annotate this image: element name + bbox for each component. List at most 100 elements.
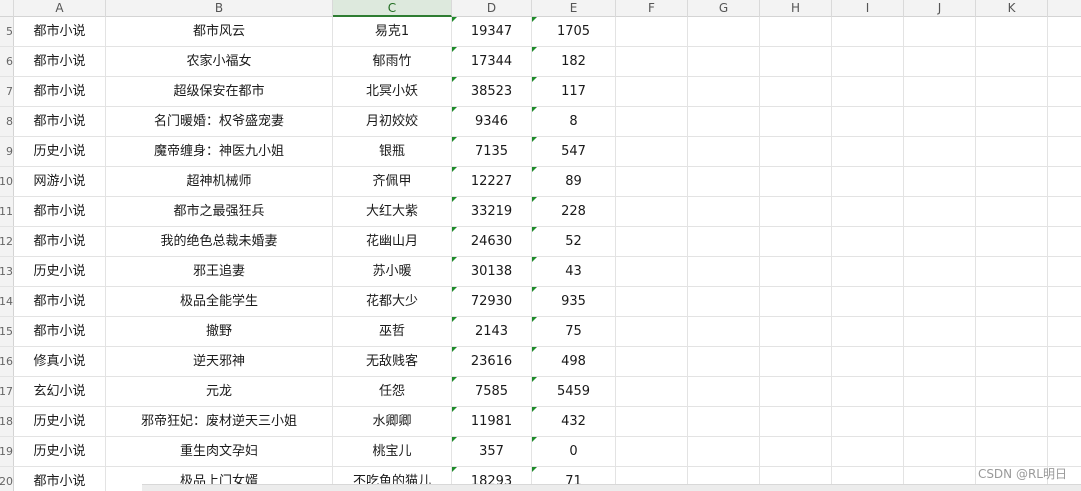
cell-empty[interactable]	[1048, 167, 1081, 196]
cell-empty[interactable]	[760, 347, 832, 376]
cell-empty[interactable]	[688, 407, 760, 436]
cell-empty[interactable]	[616, 77, 688, 106]
column-header-j[interactable]: J	[904, 0, 976, 17]
cell-a[interactable]: 都市小说	[14, 17, 106, 46]
cell-b[interactable]: 超级保安在都市	[106, 77, 333, 106]
cell-empty[interactable]	[1048, 227, 1081, 256]
cell-empty[interactable]	[616, 257, 688, 286]
cell-empty[interactable]	[616, 317, 688, 346]
cell-empty[interactable]	[760, 137, 832, 166]
column-header-d[interactable]: D	[452, 0, 532, 17]
cell-empty[interactable]	[760, 437, 832, 466]
horizontal-scrollbar[interactable]	[142, 484, 1081, 491]
row-header[interactable]: 8	[0, 107, 14, 136]
cell-empty[interactable]	[832, 317, 904, 346]
cell-empty[interactable]	[688, 287, 760, 316]
row-header[interactable]: 18	[0, 407, 14, 436]
cell-empty[interactable]	[976, 197, 1048, 226]
cell-empty[interactable]	[1048, 287, 1081, 316]
cell-a[interactable]: 历史小说	[14, 407, 106, 436]
cell-empty[interactable]	[832, 257, 904, 286]
row-header[interactable]: 11	[0, 197, 14, 226]
cell-d[interactable]: 2143	[452, 317, 532, 346]
cell-e[interactable]: 1705	[532, 17, 616, 46]
cell-empty[interactable]	[832, 197, 904, 226]
cell-c[interactable]: 北冥小妖	[333, 77, 452, 106]
cell-b[interactable]: 极品全能学生	[106, 287, 333, 316]
cell-empty[interactable]	[1048, 137, 1081, 166]
cell-a[interactable]: 历史小说	[14, 137, 106, 166]
cell-d[interactable]: 33219	[452, 197, 532, 226]
cell-empty[interactable]	[976, 347, 1048, 376]
cell-empty[interactable]	[832, 377, 904, 406]
cell-a[interactable]: 都市小说	[14, 197, 106, 226]
cell-e[interactable]: 89	[532, 167, 616, 196]
cell-e[interactable]: 5459	[532, 377, 616, 406]
column-header-f[interactable]: F	[616, 0, 688, 17]
cell-empty[interactable]	[904, 197, 976, 226]
cell-c[interactable]: 月初姣姣	[333, 107, 452, 136]
cell-b[interactable]: 撤野	[106, 317, 333, 346]
cell-empty[interactable]	[688, 167, 760, 196]
cell-e[interactable]: 75	[532, 317, 616, 346]
cell-empty[interactable]	[976, 377, 1048, 406]
cell-b[interactable]: 邪帝狂妃：废材逆天三小姐	[106, 407, 333, 436]
cell-d[interactable]: 72930	[452, 287, 532, 316]
cell-empty[interactable]	[688, 437, 760, 466]
cell-d[interactable]: 17344	[452, 47, 532, 76]
cell-b[interactable]: 元龙	[106, 377, 333, 406]
cell-empty[interactable]	[904, 227, 976, 256]
cell-d[interactable]: 9346	[452, 107, 532, 136]
column-header-b[interactable]: B	[106, 0, 333, 17]
cell-empty[interactable]	[904, 257, 976, 286]
cell-empty[interactable]	[1048, 197, 1081, 226]
cell-c[interactable]: 银瓶	[333, 137, 452, 166]
cell-empty[interactable]	[976, 257, 1048, 286]
cell-empty[interactable]	[688, 47, 760, 76]
cell-empty[interactable]	[616, 287, 688, 316]
cell-empty[interactable]	[832, 77, 904, 106]
cell-b[interactable]: 邪王追妻	[106, 257, 333, 286]
cell-empty[interactable]	[616, 227, 688, 256]
row-header[interactable]: 5	[0, 17, 14, 46]
cell-empty[interactable]	[688, 197, 760, 226]
cell-c[interactable]: 水卿卿	[333, 407, 452, 436]
cell-empty[interactable]	[688, 317, 760, 346]
cell-empty[interactable]	[616, 167, 688, 196]
cell-d[interactable]: 19347	[452, 17, 532, 46]
cell-empty[interactable]	[976, 17, 1048, 46]
cell-empty[interactable]	[904, 377, 976, 406]
cell-empty[interactable]	[976, 167, 1048, 196]
cell-empty[interactable]	[976, 137, 1048, 166]
cell-empty[interactable]	[760, 197, 832, 226]
column-header-k[interactable]: K	[976, 0, 1048, 17]
cell-a[interactable]: 都市小说	[14, 107, 106, 136]
cell-b[interactable]: 魔帝缠身：神医九小姐	[106, 137, 333, 166]
cell-empty[interactable]	[616, 137, 688, 166]
cell-a[interactable]: 都市小说	[14, 317, 106, 346]
cell-empty[interactable]	[688, 137, 760, 166]
cell-e[interactable]: 432	[532, 407, 616, 436]
cell-empty[interactable]	[688, 257, 760, 286]
row-header[interactable]: 20	[0, 467, 14, 491]
row-header[interactable]: 14	[0, 287, 14, 316]
column-header-a[interactable]: A	[14, 0, 106, 17]
cell-empty[interactable]	[832, 407, 904, 436]
cell-empty[interactable]	[1048, 47, 1081, 76]
cell-empty[interactable]	[616, 347, 688, 376]
cell-c[interactable]: 苏小暖	[333, 257, 452, 286]
cell-empty[interactable]	[616, 407, 688, 436]
cell-empty[interactable]	[1048, 317, 1081, 346]
row-header[interactable]: 7	[0, 77, 14, 106]
cell-empty[interactable]	[904, 437, 976, 466]
select-all-corner[interactable]	[0, 0, 14, 17]
cell-empty[interactable]	[1048, 107, 1081, 136]
cell-empty[interactable]	[688, 347, 760, 376]
row-header[interactable]: 9	[0, 137, 14, 166]
cell-d[interactable]: 38523	[452, 77, 532, 106]
row-header[interactable]: 13	[0, 257, 14, 286]
cell-b[interactable]: 超神机械师	[106, 167, 333, 196]
cell-e[interactable]: 228	[532, 197, 616, 226]
cell-e[interactable]: 43	[532, 257, 616, 286]
cell-empty[interactable]	[760, 47, 832, 76]
